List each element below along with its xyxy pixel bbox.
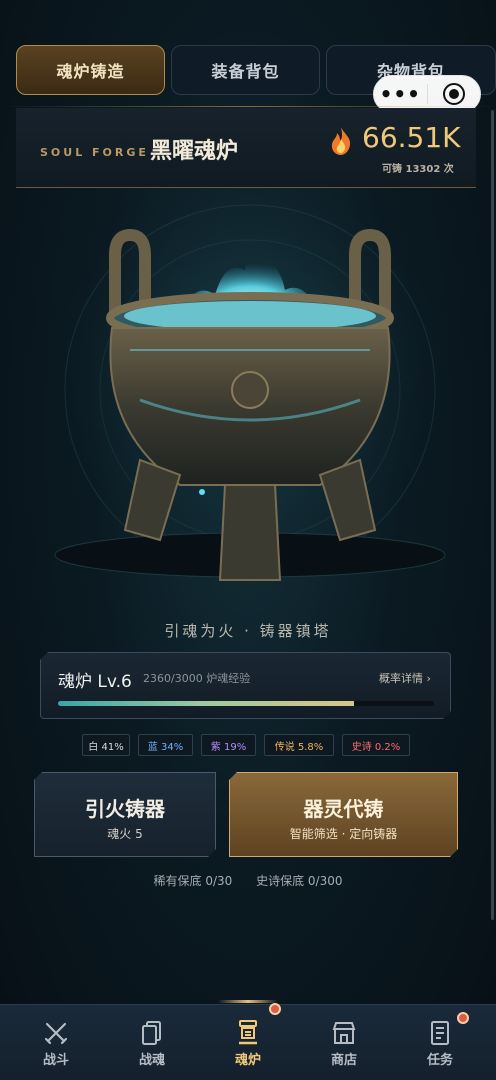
target-close-icon[interactable] xyxy=(427,83,480,105)
forge-exp-text: 2360/3000 炉魂经验 xyxy=(143,672,251,685)
epic-pity: 史诗保底 0/300 xyxy=(256,874,343,888)
castable-count: 可铸 13302 次 xyxy=(382,164,454,175)
ignite-forge-title: 引火铸器 xyxy=(85,797,165,821)
soul-forge-badge-dot xyxy=(269,1003,281,1015)
pity-counters: 稀有保底 0/30 史诗保底 0/300 xyxy=(0,872,496,889)
spirit-proxy-sub: 智能筛选 · 定向铸器 xyxy=(289,827,398,841)
forge-name: 黑曜魂炉 xyxy=(150,138,239,164)
tasks-badge-dot xyxy=(457,1012,469,1024)
more-dots-icon[interactable]: ••• xyxy=(374,82,427,106)
tabbar-label: 任务 xyxy=(426,1053,453,1068)
tab-equipment-bag[interactable]: 装备背包 xyxy=(171,45,320,95)
divider-line xyxy=(0,106,496,107)
probability-details-link[interactable]: 概率详情 › xyxy=(379,670,431,686)
cards-icon xyxy=(142,1021,161,1045)
exp-progress-fill xyxy=(58,701,354,706)
cauldron-icon xyxy=(239,1020,257,1045)
forge-level-title: 魂炉 Lv.6 xyxy=(58,672,132,692)
bottom-tab-bar: 战斗 战魂 魂炉 商店 任务 xyxy=(0,1004,496,1080)
ignite-forge-button[interactable]: 引火铸器 魂火 5 xyxy=(34,772,216,857)
exp-progress-bar xyxy=(58,701,434,706)
tabbar-item-shop[interactable]: 商店 xyxy=(309,1019,379,1068)
forge-motto: 引魂为火 · 铸器镇塔 xyxy=(164,622,332,640)
shop-icon xyxy=(332,1022,356,1044)
rate-chip-epic: 史诗 0.2% xyxy=(342,734,410,756)
tabbar-item-tasks[interactable]: 任务 xyxy=(405,1019,475,1068)
cauldron-illustration xyxy=(50,200,450,590)
tabbar-label: 战魂 xyxy=(138,1053,165,1068)
fire-icon xyxy=(331,127,351,155)
scrollbar[interactable] xyxy=(491,110,494,920)
tabbar-label: 魂炉 xyxy=(234,1053,261,1068)
task-list-icon xyxy=(431,1021,449,1045)
forge-subtitle: SOUL FORGE xyxy=(40,146,149,159)
tabbar-label: 商店 xyxy=(330,1053,357,1068)
soul-fire-amount: 66.51K xyxy=(362,121,461,154)
spirit-proxy-forge-button[interactable]: 器灵代铸 智能筛选 · 定向铸器 xyxy=(229,772,458,857)
tabbar-label: 战斗 xyxy=(42,1053,69,1068)
rate-chip-white: 白 41% xyxy=(82,734,130,756)
rate-chip-blue: 蓝 34% xyxy=(138,734,193,756)
tabbar-item-war-soul[interactable]: 战魂 xyxy=(117,1019,187,1068)
active-tab-glow xyxy=(218,1000,278,1003)
tabbar-item-battle[interactable]: 战斗 xyxy=(21,1019,91,1068)
rate-chip-purple: 紫 19% xyxy=(201,734,256,756)
tabbar-item-soul-forge[interactable]: 魂炉 xyxy=(213,1019,283,1068)
rare-pity: 稀有保底 0/30 xyxy=(153,874,233,888)
rate-chip-legend: 传说 5.8% xyxy=(264,734,334,756)
spirit-proxy-title: 器灵代铸 xyxy=(303,797,384,821)
ignite-forge-cost: 魂火 5 xyxy=(107,827,143,841)
tab-soul-forge[interactable]: 魂炉铸造 xyxy=(16,45,165,95)
crossed-swords-icon xyxy=(44,1022,68,1045)
